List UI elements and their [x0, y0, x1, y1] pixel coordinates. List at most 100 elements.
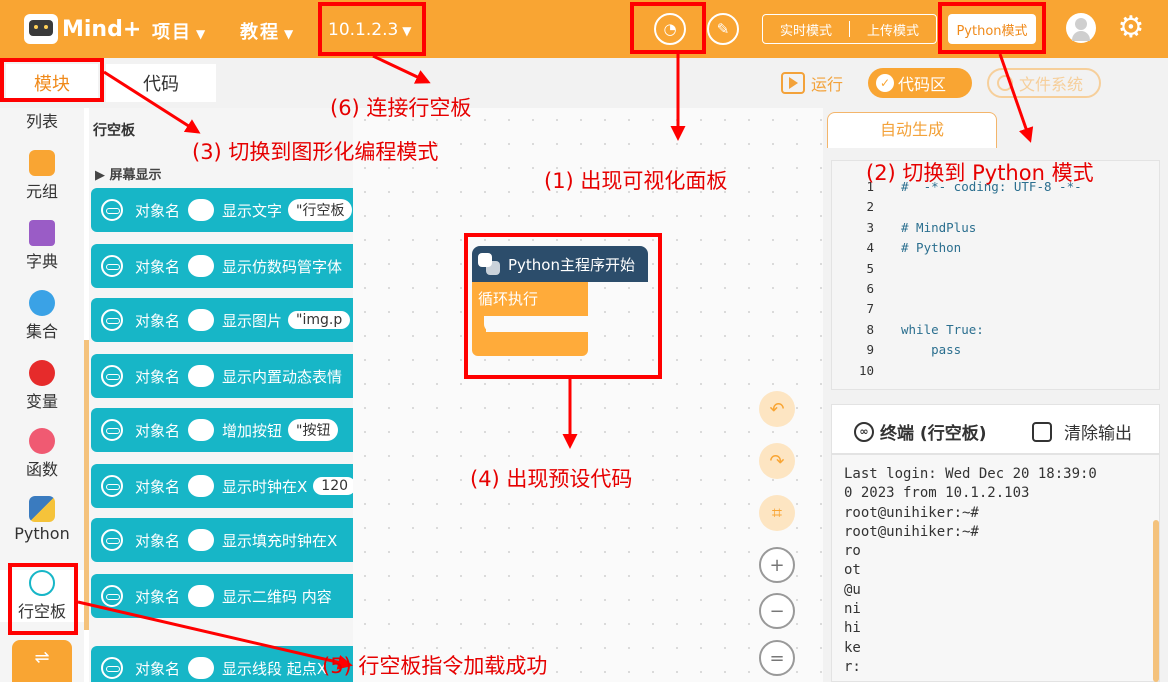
- annotation-2: (2) 切换到 Python 模式: [866, 161, 1094, 185]
- line-number: 10: [858, 362, 874, 378]
- robot-logo-icon: [24, 14, 58, 44]
- code-line: 8 while True:: [832, 320, 1161, 340]
- palette-block[interactable]: 对象名 显示填充时钟在X: [91, 518, 353, 562]
- highlight-dashboard: [630, 2, 706, 54]
- palette-block[interactable]: 对象名 显示文字 "行空板: [91, 188, 353, 232]
- block-object-label: 对象名: [135, 587, 181, 606]
- code-area-button[interactable]: ✓ 代码区: [868, 68, 972, 98]
- palette-section-label: 屏幕显示: [109, 168, 162, 183]
- crop-icon[interactable]: ⌗: [759, 495, 795, 531]
- category-label: 集合: [25, 322, 58, 341]
- block-argument[interactable]: "按钮: [288, 419, 339, 441]
- palette-block[interactable]: 对象名 显示线段 起点X: [91, 646, 353, 682]
- object-name-slot[interactable]: [188, 657, 215, 679]
- gear-icon[interactable]: ⚙: [1115, 12, 1147, 44]
- object-name-slot[interactable]: [188, 309, 215, 331]
- project-menu[interactable]: 项目 ▼: [152, 18, 207, 44]
- annotation-1: (1) 出现可视化面板: [544, 169, 728, 193]
- block-object-label: 对象名: [135, 659, 181, 678]
- code-text: while True:: [901, 321, 984, 337]
- zoom-in-icon[interactable]: +: [759, 547, 795, 583]
- upload-mode-button[interactable]: 上传模式: [850, 20, 936, 39]
- palette-block[interactable]: 对象名 显示内置动态表情: [91, 354, 353, 398]
- block-argument[interactable]: 120: [313, 477, 353, 495]
- tutorial-menu[interactable]: 教程 ▼: [240, 18, 295, 44]
- block-object-label: 对象名: [135, 477, 181, 496]
- tab-code[interactable]: 代码: [106, 64, 216, 102]
- function-icon: [29, 428, 55, 454]
- category-dict[interactable]: 字典: [0, 220, 84, 272]
- object-name-slot[interactable]: [188, 199, 215, 221]
- clear-output-button[interactable]: 清除输出: [1032, 419, 1132, 444]
- object-name-slot[interactable]: [188, 255, 215, 277]
- tuple-icon: [29, 150, 55, 176]
- highlight-python-mode: [938, 2, 1046, 54]
- category-label: 元组: [25, 182, 58, 201]
- line-number: 3: [866, 219, 874, 235]
- block-text: 显示填充时钟在X: [222, 531, 338, 550]
- object-name-slot[interactable]: [188, 419, 215, 441]
- file-system-label: 文件系统: [1019, 75, 1084, 94]
- terminal-scrollbar[interactable]: [1153, 520, 1159, 682]
- object-name-slot[interactable]: [188, 529, 215, 551]
- generated-code-pane[interactable]: 1 # -*- coding: UTF-8 -*- 2 3 # MindPlus 4 # P…: [831, 160, 1160, 390]
- tab-autogenerate[interactable]: 自动生成: [827, 112, 997, 148]
- category-set[interactable]: 集合: [0, 290, 84, 342]
- file-system-button[interactable]: 文件系统: [987, 68, 1101, 98]
- run-button[interactable]: 运行: [781, 68, 843, 98]
- object-name-slot[interactable]: [188, 585, 215, 607]
- unihiker-icon: [101, 475, 123, 497]
- annotation-4: (4) 出现预设代码: [470, 467, 633, 491]
- line-number: 7: [866, 301, 874, 317]
- mode-switch-group: 实时模式 上传模式: [762, 14, 937, 44]
- block-object-label: 对象名: [135, 367, 181, 386]
- edit-icon[interactable]: ✎: [707, 13, 739, 45]
- category-variable[interactable]: 变量: [0, 360, 84, 412]
- unihiker-icon: [101, 419, 123, 441]
- palette-block[interactable]: 对象名 显示时钟在X 120: [91, 464, 353, 508]
- mindplus-logo: Mind+: [24, 11, 141, 47]
- highlight-blocks-tab: [0, 58, 104, 102]
- line-number: 5: [866, 260, 874, 276]
- unihiker-icon: [101, 585, 123, 607]
- block-object-label: 对象名: [135, 257, 181, 276]
- clear-output-label: 清除输出: [1064, 424, 1132, 444]
- block-text: 显示图片: [222, 311, 283, 330]
- radio-icon: [997, 75, 1013, 91]
- category-python[interactable]: Python: [0, 496, 84, 543]
- tab-row: 模块 代码 运行 ✓ 代码区 文件系统: [0, 58, 1168, 108]
- line-number: 4: [866, 240, 874, 256]
- object-name-slot[interactable]: [188, 365, 215, 387]
- category-label: 变量: [25, 392, 58, 411]
- category-label: 字典: [25, 252, 58, 271]
- realtime-mode-button[interactable]: 实时模式: [763, 20, 849, 39]
- zoom-out-icon[interactable]: −: [759, 593, 795, 629]
- line-number: 6: [866, 281, 874, 296]
- unihiker-icon: [101, 255, 123, 277]
- palette-block[interactable]: 对象名 显示二维码 内容: [91, 574, 353, 618]
- category-tuple[interactable]: 元组: [0, 150, 84, 202]
- palette-block[interactable]: 对象名 增加按钮 "按钮: [91, 408, 353, 452]
- check-icon: ✓: [876, 74, 894, 92]
- code-text: pass: [901, 342, 962, 358]
- palette-block[interactable]: 对象名 显示仿数码管字体: [91, 244, 353, 288]
- line-number: 9: [866, 342, 874, 358]
- user-avatar-icon[interactable]: [1066, 13, 1096, 43]
- block-argument[interactable]: "img.p: [288, 311, 351, 329]
- project-menu-label: 项目: [152, 22, 192, 43]
- code-line: 7: [832, 299, 1161, 319]
- palette-section-screen[interactable]: ▶ 屏幕显示: [95, 164, 162, 183]
- block-argument[interactable]: "行空板: [288, 199, 353, 221]
- palette-block[interactable]: 对象名 显示图片 "img.p: [91, 298, 353, 342]
- category-list[interactable]: 列表: [0, 108, 84, 132]
- redo-icon[interactable]: ↷: [759, 443, 795, 479]
- undo-icon[interactable]: ↶: [759, 391, 795, 427]
- object-name-slot[interactable]: [188, 475, 215, 497]
- extension-button[interactable]: ⇌: [12, 640, 72, 682]
- block-text: 显示时钟在X: [222, 477, 308, 496]
- palette-title: 行空板: [93, 123, 135, 139]
- terminal-output[interactable]: Last login: Wed Dec 20 18:39:0 0 2023 fr…: [831, 454, 1160, 682]
- category-function[interactable]: 函数: [0, 428, 84, 480]
- zoom-reset-icon[interactable]: =: [759, 640, 795, 676]
- highlight-unihiker-category: [8, 563, 78, 635]
